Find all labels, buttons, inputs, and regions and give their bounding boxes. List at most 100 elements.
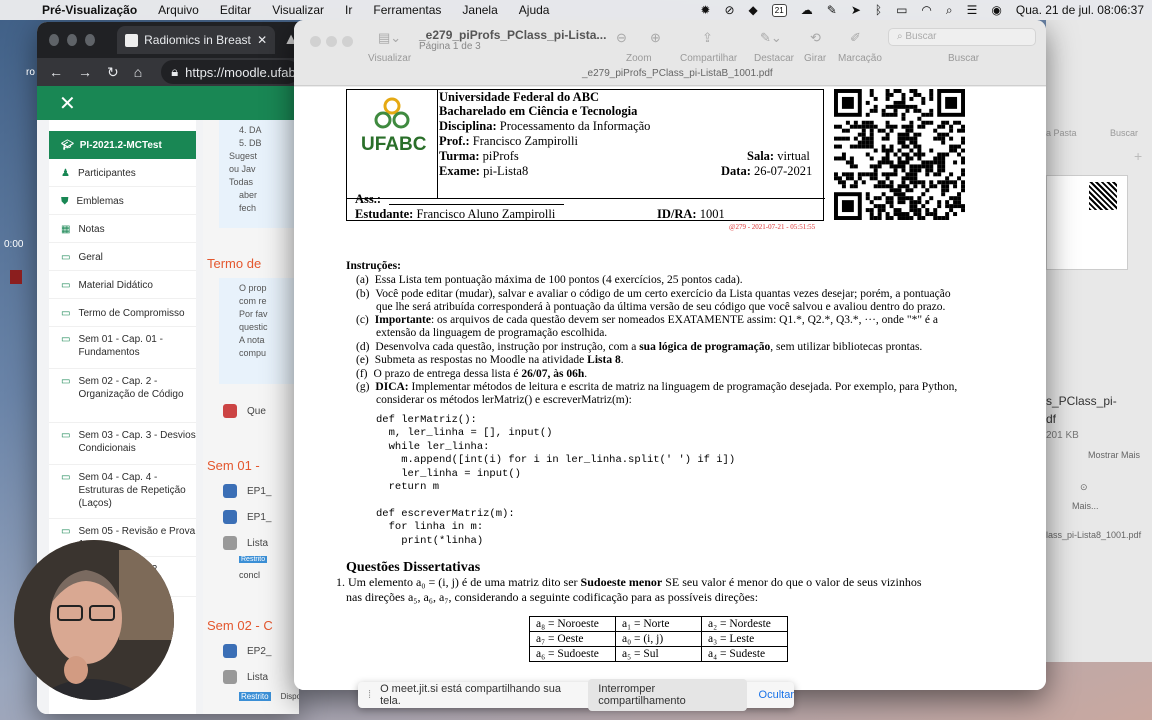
zoom-in-icon[interactable]: ⊕ [650, 30, 661, 46]
qr-module [921, 184, 926, 189]
activity-item[interactable]: EP1_ [223, 510, 271, 524]
highlight-icon[interactable]: ✎⌄ [760, 30, 782, 46]
home-icon[interactable]: ⌂ [134, 64, 142, 80]
stop-sharing-button[interactable]: Interromper compartilhamento [588, 679, 747, 711]
hide-button[interactable]: Ocultar [759, 689, 794, 701]
rotate-icon[interactable]: ⟲ [810, 30, 821, 46]
qr-module [889, 188, 894, 193]
section-sem02[interactable]: Sem 02 - C [207, 618, 273, 633]
menu-janela[interactable]: Janela [462, 3, 497, 17]
qr-module [945, 176, 950, 181]
search-field[interactable]: ⌕ Buscar [888, 28, 1036, 46]
cloud-icon[interactable]: ☁ [801, 3, 813, 17]
nav-item[interactable]: ▭ Sem 03 - Cap. 3 - Desvios Condicionais [49, 423, 196, 465]
nav-item[interactable]: ▦ Notas [49, 215, 196, 243]
program-name: Bacharelado em Ciência e Tecnologia [439, 104, 638, 118]
menu-arquivo[interactable]: Arquivo [158, 3, 199, 17]
zoom-label[interactable]: Zoom [626, 53, 652, 64]
menu-ajuda[interactable]: Ajuda [519, 3, 550, 17]
nav-item-label: Sem 01 - Cap. 01 - Fundamentos [78, 334, 163, 358]
camera-off-icon[interactable]: ⊘ [724, 3, 734, 17]
back-icon[interactable]: ← [49, 64, 63, 80]
menu-visualizar[interactable]: Visualizar [272, 3, 324, 17]
control-center-icon[interactable]: ☰ [967, 3, 978, 17]
markup-label[interactable]: Marcação [838, 53, 882, 64]
menu-ferramentas[interactable]: Ferramentas [373, 3, 441, 17]
close-window-button[interactable] [310, 36, 321, 47]
nav-item[interactable]: ▭ Material Didático [49, 271, 196, 299]
calendar-icon[interactable]: 21 [771, 3, 787, 17]
clock-text[interactable]: Qua. 21 de jul. 08:06:37 [1016, 3, 1144, 17]
course-item[interactable]: 🎓︎ PI-2021.2-MCTest [49, 131, 196, 159]
bluetooth-icon[interactable]: ᛒ [875, 3, 882, 17]
activity-item[interactable]: EP2_ [223, 644, 271, 658]
qr-module [917, 124, 922, 129]
exam-value: pi-Lista8 [483, 164, 529, 178]
section-sem01[interactable]: Sem 01 - [207, 458, 260, 473]
sidebar-icon[interactable]: ▤⌄ [378, 30, 401, 46]
qr-module [881, 160, 886, 165]
drag-handle-icon[interactable]: ⁞ [368, 689, 372, 701]
zoom-window-button[interactable] [85, 34, 96, 46]
close-tab-icon[interactable]: ✕ [257, 33, 267, 47]
more-icon[interactable]: ⊙ [1080, 482, 1088, 493]
arrow-icon[interactable]: ➤ [851, 3, 861, 17]
menu-app-name[interactable]: Pré-Visualização [42, 3, 137, 17]
nav-item[interactable]: ▭ Sem 01 - Cap. 01 - Fundamentos [49, 327, 196, 369]
share-icon[interactable]: ⇪ [702, 30, 713, 46]
nav-item[interactable]: ▭ Termo de Compromisso [49, 299, 196, 327]
qr-module [845, 172, 850, 177]
highlight-label[interactable]: Destacar [754, 53, 794, 64]
zoom-window-button[interactable] [342, 36, 353, 47]
menu-editar[interactable]: Editar [220, 3, 251, 17]
qr-module [957, 128, 962, 133]
zoom-out-icon[interactable]: ⊖ [616, 30, 627, 46]
activity-item[interactable]: Lista [223, 536, 268, 550]
dropbox-icon[interactable]: ◆ [749, 3, 758, 17]
view-label[interactable]: Visualizar [368, 53, 411, 64]
nav-item[interactable]: ♟ Participantes [49, 159, 196, 187]
address-bar[interactable]: 🔒︎ https://moodle.ufabc.e [161, 60, 299, 84]
share-label[interactable]: Compartilhar [680, 53, 737, 64]
nav-item[interactable]: ⛊ Emblemas [49, 187, 196, 215]
activity-item[interactable]: EP1_ [223, 484, 271, 498]
forward-icon[interactable]: → [78, 64, 92, 80]
minimize-window-button[interactable] [326, 36, 337, 47]
nav-item[interactable]: ▭ Geral [49, 243, 196, 271]
close-window-button[interactable] [49, 34, 60, 46]
wifi-icon[interactable]: ◠ [921, 3, 931, 17]
qr-module [925, 164, 930, 169]
battery-icon[interactable]: ▭ [896, 3, 907, 17]
search-icon[interactable]: ⌕ [946, 3, 953, 18]
add-icon[interactable]: + [1134, 148, 1142, 164]
reload-icon[interactable]: ↻ [107, 64, 119, 81]
qr-module [841, 136, 846, 141]
activity-item[interactable]: Lista [223, 670, 268, 684]
finder-search-label[interactable]: Buscar [1110, 128, 1138, 138]
gear-icon[interactable]: ✹ [700, 3, 710, 17]
menu-ir[interactable]: Ir [345, 3, 352, 17]
nav-item-label: Participantes [77, 168, 136, 179]
apple-menu-icon[interactable] [16, 3, 30, 17]
pen-icon[interactable]: ✎ [827, 3, 837, 17]
qr-module [953, 160, 958, 165]
quiz-item[interactable]: Que [223, 404, 266, 418]
instruction-line: (a) Essa Lista tem pontuação máxima de 10… [356, 274, 743, 287]
rotate-label[interactable]: Girar [804, 53, 826, 64]
nav-item[interactable]: ▭ Sem 02 - Cap. 2 - Organização de Código [49, 369, 196, 423]
tab-favicon-icon [125, 33, 139, 47]
more-label[interactable]: Mais... [1072, 501, 1099, 511]
show-more-link[interactable]: Mostrar Mais [1088, 450, 1140, 460]
qr-module [885, 212, 890, 217]
siri-icon[interactable]: ◉ [991, 3, 1001, 17]
qr-module [953, 200, 958, 205]
section-termo[interactable]: Termo de [207, 256, 261, 271]
file-thumbnail[interactable] [1046, 175, 1128, 270]
close-drawer-icon[interactable]: ✕ [59, 91, 76, 116]
activity-label: Lista [247, 671, 269, 683]
share-folder-label[interactable]: a Pasta [1046, 128, 1077, 138]
nav-item[interactable]: ▭ Sem 04 - Cap. 4 - Estruturas de Repetiç… [49, 465, 196, 519]
minimize-window-button[interactable] [67, 34, 78, 46]
browser-tab[interactable]: Radiomics in Breast Im ✕ [117, 26, 276, 54]
markup-icon[interactable]: ✐ [850, 30, 861, 46]
